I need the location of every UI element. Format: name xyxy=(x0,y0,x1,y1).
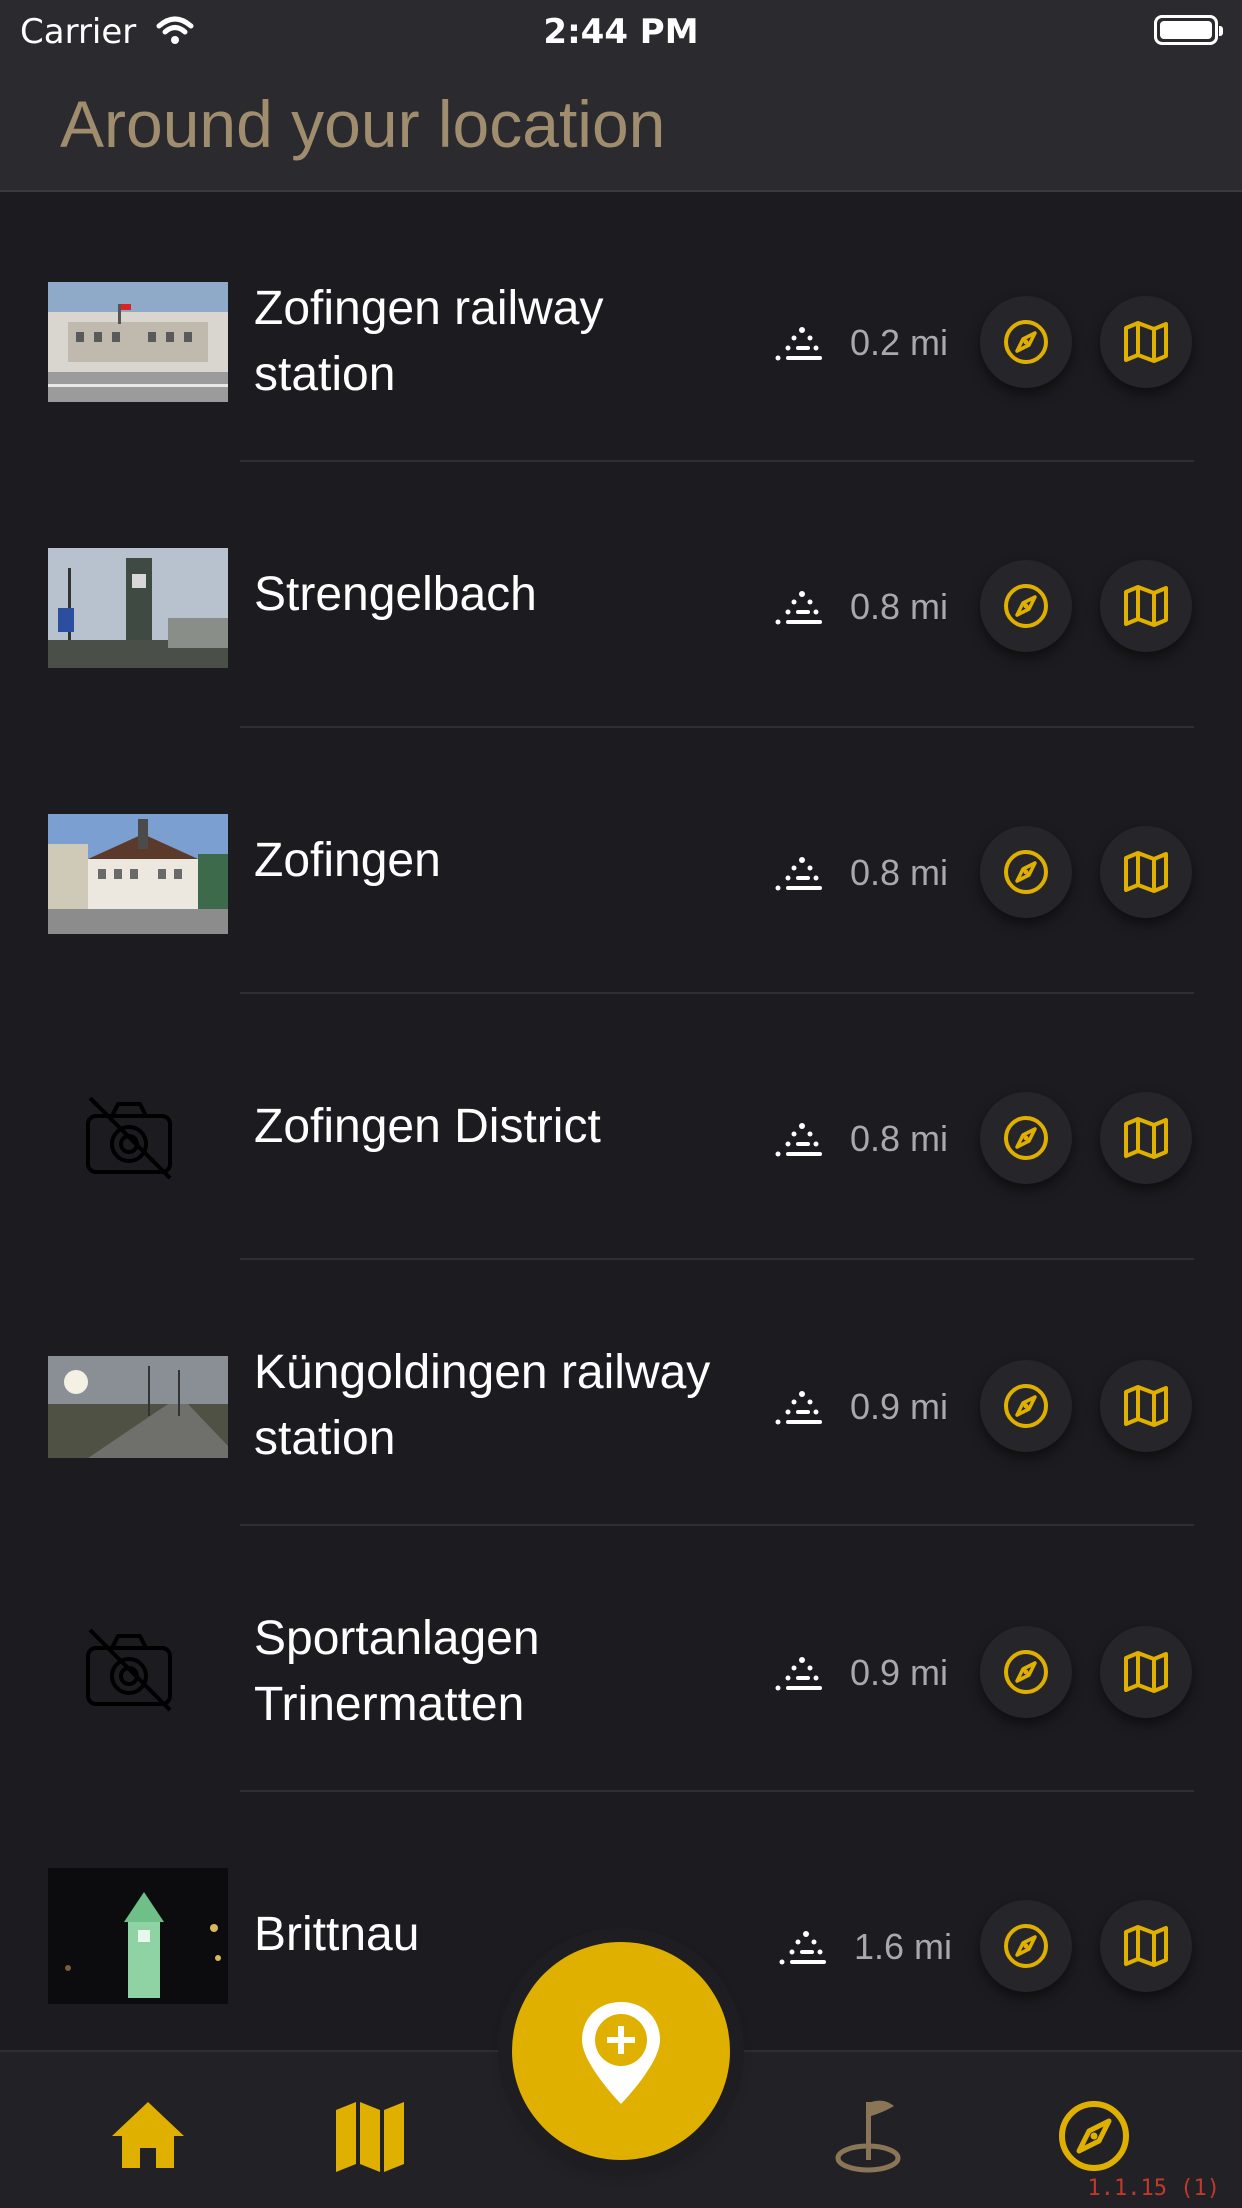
place-title: Sportanlagen Trinermatten xyxy=(254,1606,754,1738)
no-photo-icon xyxy=(86,1096,172,1180)
map-button[interactable] xyxy=(1100,1092,1192,1184)
list-item[interactable]: Zofingen railway station 0.2 mi xyxy=(0,196,1242,462)
place-title: Zofingen xyxy=(254,828,754,894)
map-icon xyxy=(1124,321,1168,363)
compass-button[interactable] xyxy=(980,826,1072,918)
map-button[interactable] xyxy=(1100,1626,1192,1718)
place-title-line: Sportanlagen xyxy=(254,1612,540,1665)
map-icon xyxy=(1124,851,1168,893)
compass-icon xyxy=(1004,584,1048,628)
place-title-line: Zofingen District xyxy=(254,1100,601,1153)
status-time: 2:44 PM xyxy=(543,12,699,52)
list-item[interactable]: Zofingen 0.8 mi xyxy=(0,728,1242,994)
distance-label: 1.6 mi xyxy=(854,1926,953,1967)
list-item[interactable]: Küngoldingen railway station 0.9 mi xyxy=(0,1260,1242,1526)
place-title-line: Zofingen xyxy=(254,834,441,887)
place-title-line: station xyxy=(254,348,396,401)
place-title-line: station xyxy=(254,1412,396,1465)
status-bar: Carrier 2:44 PM xyxy=(0,0,1242,64)
place-thumbnail xyxy=(48,282,228,402)
map-button[interactable] xyxy=(1100,826,1192,918)
map-icon[interactable] xyxy=(330,2096,410,2176)
compass-icon xyxy=(1004,1384,1048,1428)
map-button[interactable] xyxy=(1100,296,1192,388)
map-icon xyxy=(1124,585,1168,627)
compass-icon xyxy=(1004,1116,1048,1160)
place-thumbnail xyxy=(48,1356,228,1458)
place-title-line: Strengelbach xyxy=(254,568,537,621)
compass-button[interactable] xyxy=(980,1360,1072,1452)
walking-distance-icon xyxy=(775,591,822,625)
list-item[interactable]: Zofingen District 0.8 mi xyxy=(0,994,1242,1260)
map-button[interactable] xyxy=(1100,1360,1192,1452)
walking-distance-icon xyxy=(775,1391,822,1425)
place-title: Zofingen District xyxy=(254,1094,754,1160)
version-label: 1.1.15 (1) xyxy=(1087,2176,1220,2201)
walking-distance-icon xyxy=(779,1931,826,1965)
map-icon xyxy=(1124,1925,1168,1967)
place-title-line: Zofingen railway xyxy=(254,282,604,335)
distance-label: 0.9 mi xyxy=(850,1652,949,1693)
compass-button[interactable] xyxy=(980,1900,1072,1992)
map-button[interactable] xyxy=(1100,560,1192,652)
header: Around your location xyxy=(0,64,1242,192)
distance-label: 0.2 mi xyxy=(850,322,949,363)
map-icon xyxy=(1124,1117,1168,1159)
distance-label: 0.8 mi xyxy=(850,1118,949,1159)
distance-label: 0.9 mi xyxy=(850,1386,949,1427)
place-title-line: Trinermatten xyxy=(254,1678,525,1731)
walking-distance-icon xyxy=(775,1123,822,1157)
add-location-button[interactable] xyxy=(512,1942,730,2160)
place-thumbnail xyxy=(48,548,228,668)
compass-button[interactable] xyxy=(980,1626,1072,1718)
page-title: Around your location xyxy=(60,87,666,161)
compass-icon[interactable] xyxy=(1054,2096,1134,2176)
compass-button[interactable] xyxy=(980,296,1072,388)
compass-button[interactable] xyxy=(980,560,1072,652)
map-icon xyxy=(1124,1385,1168,1427)
home-icon[interactable] xyxy=(108,2096,188,2176)
distance-label: 0.8 mi xyxy=(850,586,949,627)
flag-location-icon[interactable] xyxy=(832,2096,912,2176)
add-location-icon xyxy=(582,2002,660,2104)
place-title: Zofingen railway station xyxy=(254,276,754,408)
battery-icon xyxy=(1154,15,1223,45)
place-thumbnail xyxy=(48,1868,228,2004)
compass-icon xyxy=(1004,1924,1048,1968)
compass-icon xyxy=(1004,1650,1048,1694)
map-button[interactable] xyxy=(1100,1900,1192,1992)
walking-distance-icon xyxy=(775,1657,822,1691)
place-title-line: Küngoldingen railway xyxy=(254,1346,711,1399)
list-item[interactable]: Sportanlagen Trinermatten 0.9 mi xyxy=(0,1526,1242,1792)
distance-label: 0.8 mi xyxy=(850,852,949,893)
list-item[interactable]: Strengelbach 0.8 mi xyxy=(0,462,1242,728)
place-title: Strengelbach xyxy=(254,562,754,628)
compass-icon xyxy=(1004,320,1048,364)
compass-button[interactable] xyxy=(980,1092,1072,1184)
no-photo-icon xyxy=(86,1628,172,1712)
compass-icon xyxy=(1004,850,1048,894)
walking-distance-icon xyxy=(775,327,822,361)
map-icon xyxy=(1124,1651,1168,1693)
place-thumbnail xyxy=(48,814,228,934)
place-title: Küngoldingen railway station xyxy=(254,1340,754,1472)
walking-distance-icon xyxy=(775,857,822,891)
